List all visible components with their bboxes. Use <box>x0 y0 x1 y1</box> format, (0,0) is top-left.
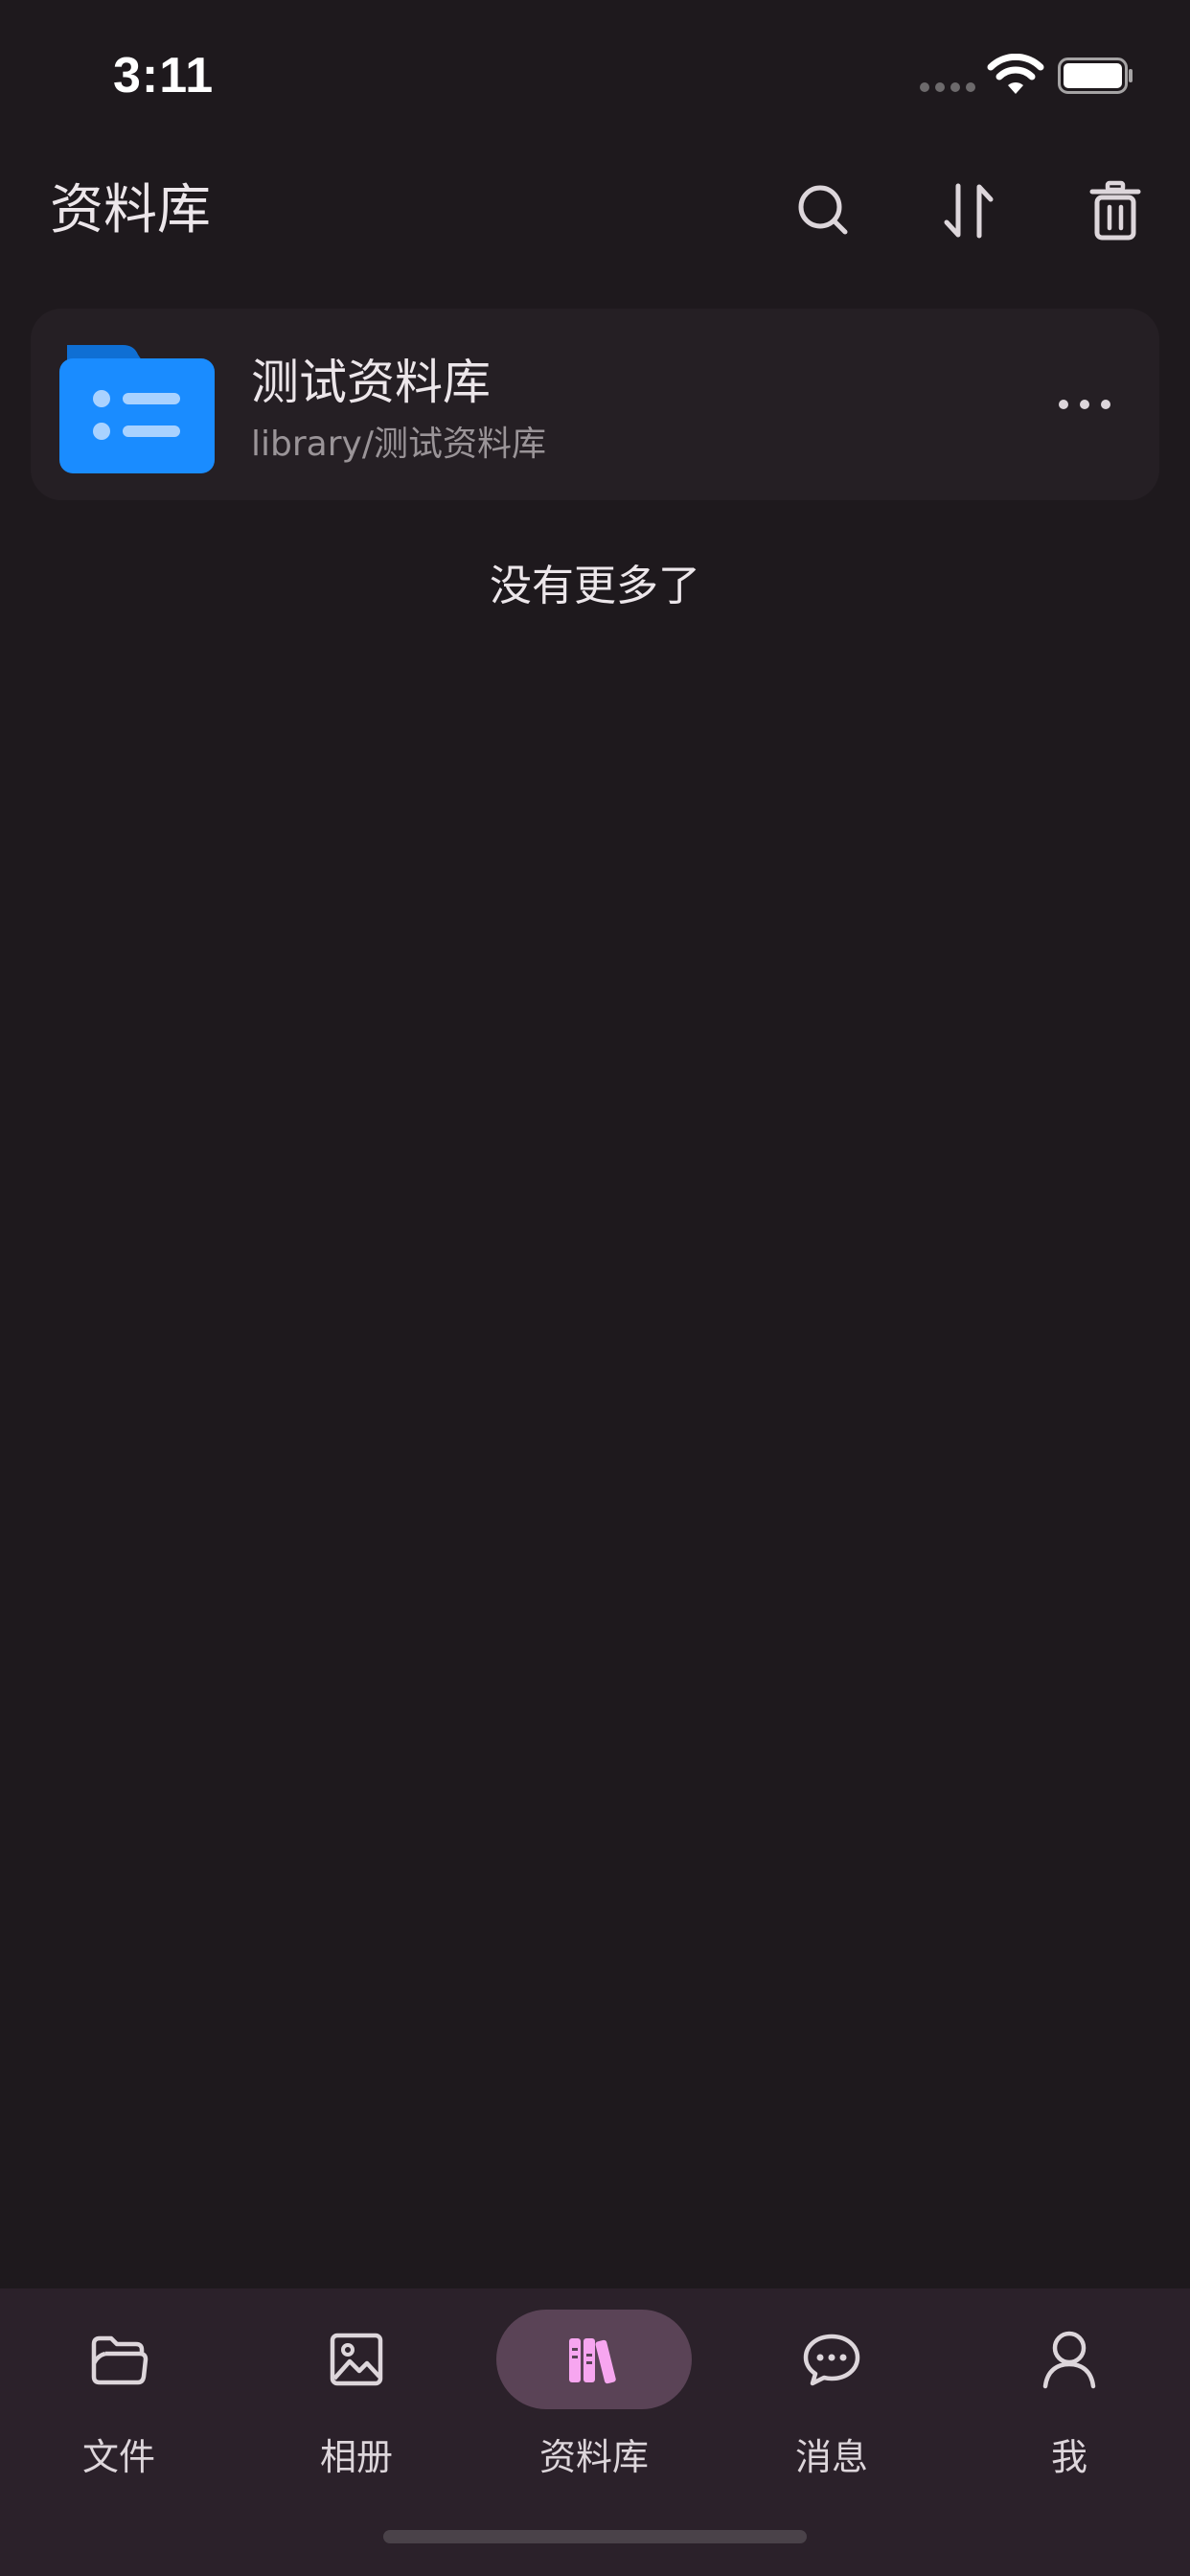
user-icon <box>1042 2331 1096 2389</box>
search-button[interactable] <box>782 169 866 253</box>
wifi-icon <box>987 54 1044 94</box>
library-name: 测试资料库 <box>251 355 491 410</box>
signal-icon <box>920 82 977 94</box>
home-indicator[interactable] <box>383 2530 807 2543</box>
nav-label-library: 资料库 <box>538 2436 649 2478</box>
books-icon <box>569 2338 616 2384</box>
library-screen: 3:11 资料库 测试资料库 library/测试资料库 没有更多了 文件 相册… <box>0 0 1190 2576</box>
top-app-bar: 资料库 <box>0 163 1190 259</box>
sort-button[interactable] <box>927 169 1012 253</box>
list-end-text: 没有更多了 <box>490 562 700 610</box>
nav-item-files[interactable]: 文件 <box>0 2298 238 2499</box>
trash-icon <box>1089 180 1141 241</box>
folder-open-icon <box>91 2335 149 2385</box>
library-item[interactable]: 测试资料库 library/测试资料库 <box>31 309 1159 500</box>
more-options-button[interactable] <box>1039 366 1131 443</box>
search-icon <box>798 185 848 235</box>
nav-label-messages: 消息 <box>794 2436 868 2478</box>
library-path: library/测试资料库 <box>251 425 546 464</box>
nav-item-album[interactable]: 相册 <box>238 2298 475 2499</box>
folder-icon <box>59 345 215 473</box>
nav-label-files: 文件 <box>81 2436 155 2478</box>
chat-bubble-icon <box>803 2334 860 2386</box>
active-indicator <box>496 2310 692 2409</box>
battery-icon <box>1058 58 1133 94</box>
more-horizontal-icon <box>1059 400 1110 409</box>
status-bar: 3:11 <box>0 0 1190 144</box>
nav-item-library[interactable]: 资料库 <box>475 2298 713 2499</box>
image-icon <box>330 2333 383 2386</box>
nav-item-messages[interactable]: 消息 <box>713 2298 950 2499</box>
status-time: 3:11 <box>113 48 215 104</box>
delete-button[interactable] <box>1073 169 1157 253</box>
page-title: 资料库 <box>50 179 211 242</box>
nav-item-me[interactable]: 我 <box>950 2298 1188 2499</box>
sort-icon <box>944 183 994 239</box>
nav-label-me: 我 <box>1050 2436 1087 2478</box>
nav-label-album: 相册 <box>319 2436 393 2478</box>
